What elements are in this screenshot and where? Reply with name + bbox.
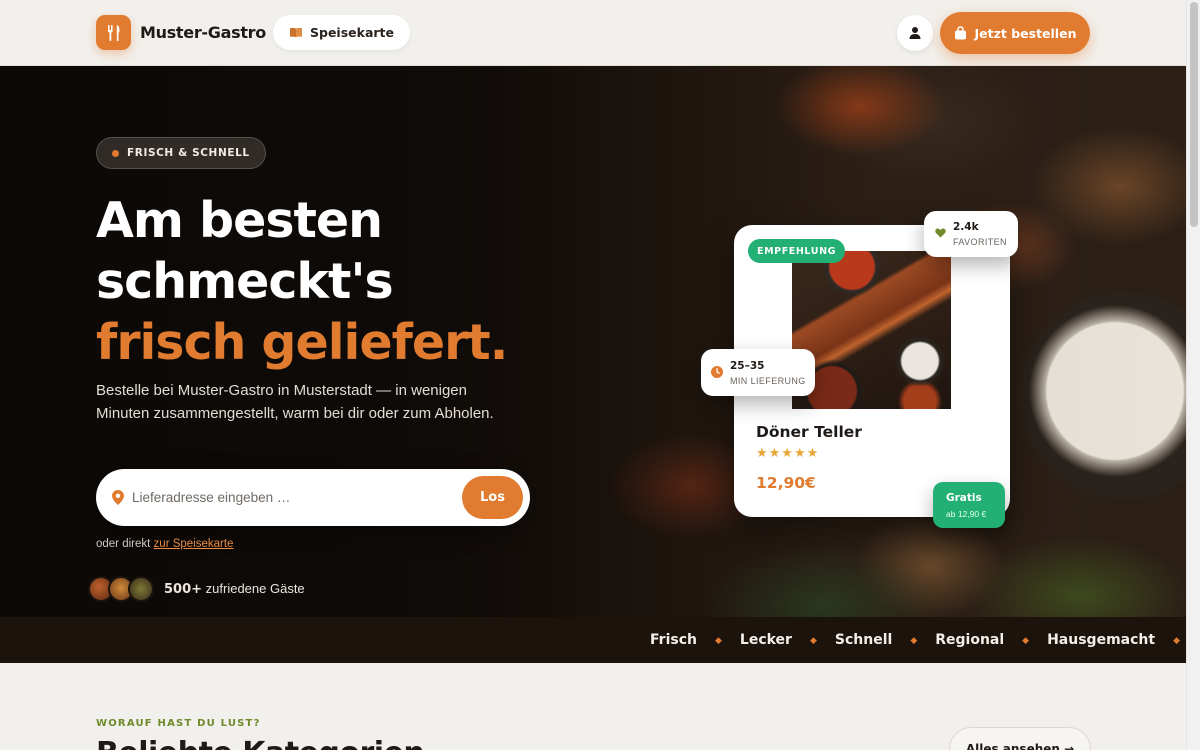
hero-lead-text: Bestelle bei Muster-Gastro in Musterstad… bbox=[96, 382, 494, 422]
favorites-label: FAVORITEN bbox=[953, 237, 1007, 247]
guests-proof: 500+ zufriedene Gäste bbox=[88, 576, 305, 602]
user-icon bbox=[909, 27, 921, 39]
direct-menu-line: oder direkt zur Speisekarte bbox=[96, 538, 233, 550]
account-button[interactable] bbox=[897, 15, 933, 51]
dish-price: 12,90€ bbox=[756, 474, 816, 492]
section-eyebrow: WORAUF HAST DU LUST? bbox=[96, 718, 261, 729]
order-now-button[interactable]: Jetzt bestellen bbox=[940, 12, 1090, 54]
guest-avatar bbox=[128, 576, 154, 602]
diamond-icon: ◆ bbox=[1173, 634, 1180, 645]
recommendation-tag: EMPFEHLUNG bbox=[748, 239, 846, 263]
page-scrollbar[interactable] bbox=[1186, 0, 1200, 750]
scrollbar-thumb[interactable] bbox=[1190, 2, 1198, 227]
guests-count: 500+ bbox=[164, 582, 203, 597]
guests-label: zufriedene Gäste bbox=[205, 581, 305, 596]
ticker-item: Frisch bbox=[650, 632, 697, 648]
favorites-badge: 2.4k FAVORITEN bbox=[924, 211, 1018, 257]
ticker-item: Hausgemacht bbox=[1047, 632, 1156, 648]
delivery-time-badge: 25–35 MIN LIEFERUNG bbox=[701, 349, 815, 396]
headline-line-1: Am besten bbox=[96, 192, 383, 249]
guests-text: 500+ zufriedene Gäste bbox=[164, 581, 305, 597]
ticker-item: Schnell bbox=[834, 632, 893, 648]
menu-button[interactable]: Speisekarte bbox=[273, 15, 410, 50]
fork-knife-icon bbox=[96, 15, 131, 50]
menu-button-label: Speisekarte bbox=[310, 25, 394, 40]
doner-plate-image bbox=[792, 251, 951, 409]
hero-badge-label: FRISCH & SCHNELL bbox=[127, 147, 250, 159]
direct-prefix: oder direkt bbox=[96, 538, 151, 550]
address-search-bar: Los bbox=[96, 469, 530, 526]
diamond-icon: ◆ bbox=[1022, 634, 1030, 645]
free-delivery-value: Gratis bbox=[946, 492, 982, 504]
view-all-button[interactable]: Alles ansehen → bbox=[949, 727, 1091, 750]
favorites-value: 2.4k bbox=[953, 221, 979, 233]
location-pin-icon bbox=[112, 490, 124, 505]
categories-section: WORAUF HAST DU LUST? Beliebte Kategorien… bbox=[0, 663, 1186, 750]
search-submit-button[interactable]: Los bbox=[462, 476, 523, 519]
hero-badge: FRISCH & SCHNELL bbox=[96, 137, 266, 169]
book-icon bbox=[290, 27, 302, 38]
heart-icon bbox=[935, 228, 946, 238]
marquee-ticker: Frisch ◆ Lecker ◆ Schnell ◆ Regional ◆ H… bbox=[0, 617, 1186, 663]
delivery-label: MIN LIEFERUNG bbox=[730, 376, 806, 386]
ticker-item: Lecker bbox=[739, 632, 792, 648]
ticker-item: Regional bbox=[935, 632, 1005, 648]
diamond-icon: ◆ bbox=[714, 634, 722, 645]
section-title: Beliebte Kategorien bbox=[96, 736, 425, 750]
clock-icon bbox=[711, 366, 723, 378]
hero-headline: Am besten schmeckt's frisch geliefert. bbox=[96, 190, 656, 373]
view-all-label: Alles ansehen → bbox=[965, 742, 1075, 750]
ticker-track: Frisch ◆ Lecker ◆ Schnell ◆ Regional ◆ H… bbox=[650, 617, 1186, 663]
diamond-icon: ◆ bbox=[809, 634, 817, 645]
free-delivery-label: ab 12,90 € bbox=[946, 509, 987, 519]
shopping-bag-icon bbox=[954, 26, 966, 40]
diamond-icon: ◆ bbox=[910, 634, 918, 645]
headline-accent: frisch geliefert. bbox=[96, 314, 508, 371]
delivery-value: 25–35 bbox=[730, 360, 765, 372]
dish-name: Döner Teller bbox=[756, 423, 862, 441]
badge-dot bbox=[112, 149, 119, 157]
free-delivery-badge: Gratis ab 12,90 € bbox=[933, 482, 1005, 528]
rating-stars: ★★★★★ bbox=[756, 445, 820, 460]
order-now-label: Jetzt bestellen bbox=[974, 25, 1077, 41]
address-input[interactable] bbox=[132, 490, 452, 505]
brand-logo[interactable]: Muster-Gastro bbox=[96, 15, 266, 50]
headline-line-2: schmeckt's bbox=[96, 253, 394, 310]
brand-name: Muster-Gastro bbox=[140, 23, 266, 42]
menu-link[interactable]: zur Speisekarte bbox=[154, 538, 234, 550]
site-header: Muster-Gastro Speisekarte Jetzt bestelle… bbox=[0, 0, 1186, 66]
